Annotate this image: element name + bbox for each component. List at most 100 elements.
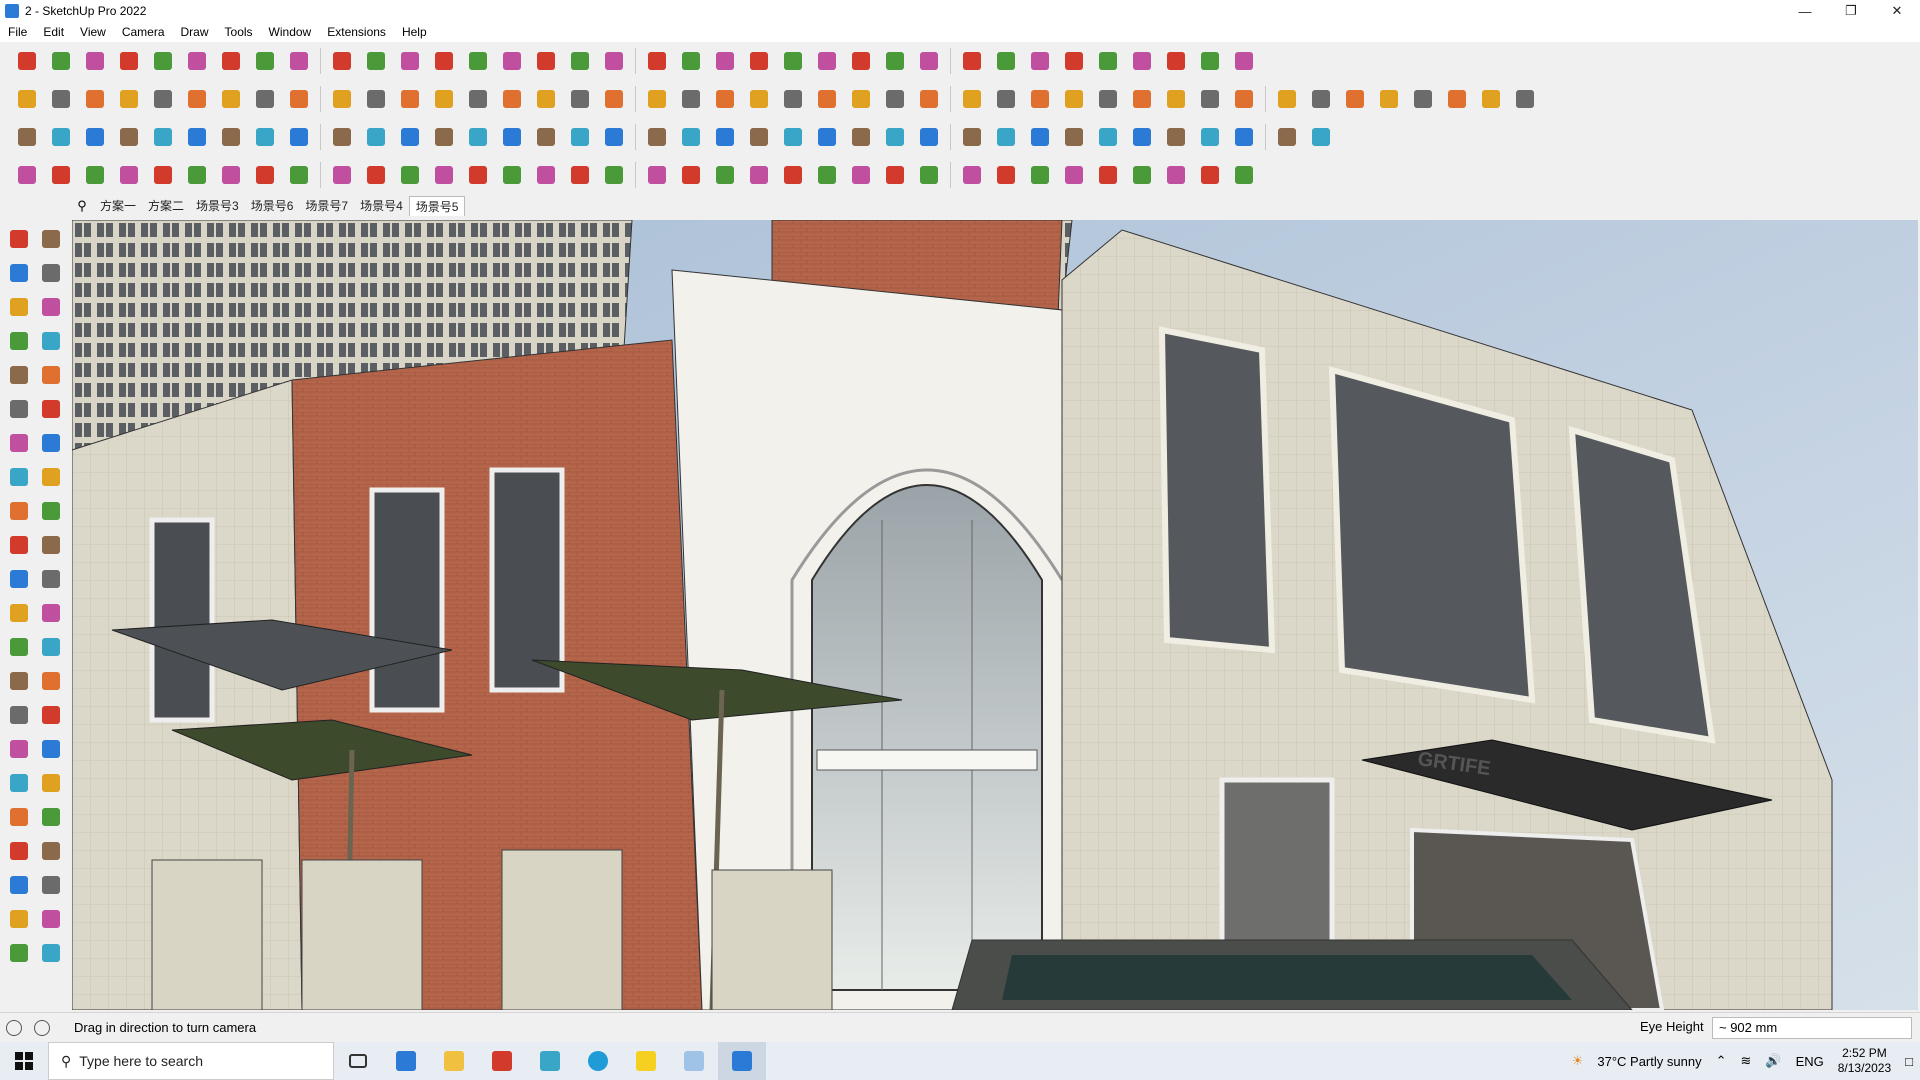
- zoom-icon-row4-16[interactable]: [567, 162, 593, 188]
- zoom-window-icon-row4-9[interactable]: [329, 162, 355, 188]
- style-icon-palette-21-1[interactable]: [38, 940, 64, 966]
- select-icon-row2-21[interactable]: [746, 86, 772, 112]
- scene-tab-5[interactable]: 场景号7: [299, 196, 354, 216]
- section-icon-row3-35[interactable]: [1231, 124, 1257, 150]
- taskbar-search[interactable]: ⚲ Type here to search: [48, 1042, 334, 1080]
- tape-measure-icon-row3-6[interactable]: [218, 124, 244, 150]
- component-icon-row3-15[interactable]: [533, 124, 559, 150]
- layer-icon-palette-20-0[interactable]: [6, 906, 32, 932]
- layer-icon-row3-36[interactable]: [1274, 124, 1300, 150]
- style-icon-row3-17[interactable]: [601, 124, 627, 150]
- menu-help[interactable]: Help: [394, 25, 435, 39]
- section-icon-row4-11[interactable]: [397, 162, 423, 188]
- text-icon-row1-11[interactable]: [397, 48, 423, 74]
- select-icon-palette-11-1[interactable]: [38, 600, 64, 626]
- pan-icon-row4-8[interactable]: [286, 162, 312, 188]
- style-icon-row1-21[interactable]: [746, 48, 772, 74]
- move-icon-row4-23[interactable]: [814, 162, 840, 188]
- pan-icon-palette-18-0[interactable]: [6, 838, 32, 864]
- select-icon-palette-0-1[interactable]: [38, 226, 64, 252]
- rotate-icon-row1-8[interactable]: [286, 48, 312, 74]
- menu-file[interactable]: File: [0, 25, 35, 39]
- lasso-icon-row2-24[interactable]: [848, 86, 874, 112]
- layer-icon-row2-16[interactable]: [567, 86, 593, 112]
- rotate-icon-row4-24[interactable]: [848, 162, 874, 188]
- move-icon-palette-14-1[interactable]: [38, 702, 64, 728]
- paint-bucket-icon-row1-34[interactable]: [1197, 48, 1223, 74]
- push-pull-icon-row1-6[interactable]: [218, 48, 244, 74]
- acrobat-icon[interactable]: [478, 1042, 526, 1080]
- rotate-icon-palette-4-0[interactable]: [6, 362, 32, 388]
- zoom-extents-icon-palette-19-0[interactable]: [6, 872, 32, 898]
- tape-measure-icon-row2-30[interactable]: [1061, 86, 1087, 112]
- component-icon-row4-13[interactable]: [465, 162, 491, 188]
- section-icon-row2-15[interactable]: [533, 86, 559, 112]
- zoom-icon-row2-42[interactable]: [1478, 86, 1504, 112]
- zoom-extents-icon-row4-32[interactable]: [1129, 162, 1155, 188]
- lasso-icon-row1-26[interactable]: [916, 48, 942, 74]
- select-icon-row3-19[interactable]: [678, 124, 704, 150]
- camera-icon-row3-16[interactable]: [567, 124, 593, 150]
- calculator-app-icon[interactable]: [382, 1042, 430, 1080]
- push-pull-icon-row3-2[interactable]: [82, 124, 108, 150]
- shape-icon-row1-27[interactable]: [959, 48, 985, 74]
- component-icon-row1-19[interactable]: [678, 48, 704, 74]
- lasso-icon-row1-4[interactable]: [150, 48, 176, 74]
- zoom-extents-icon-row2-14[interactable]: [499, 86, 525, 112]
- zoom-window-icon-row2-35[interactable]: [1231, 86, 1257, 112]
- text-icon-row1-33[interactable]: [1163, 48, 1189, 74]
- push-pull-icon-palette-3-0[interactable]: [6, 328, 32, 354]
- zoom-window-icon-row3-11[interactable]: [397, 124, 423, 150]
- select-icon-row1-23[interactable]: [814, 48, 840, 74]
- layer-icon-row3-14[interactable]: [499, 124, 525, 150]
- scene-tab-3[interactable]: 场景号3: [190, 196, 245, 216]
- scale-icon-row1-31[interactable]: [1095, 48, 1121, 74]
- weather-text[interactable]: 37°C Partly sunny: [1597, 1054, 1701, 1069]
- text-icon-row3-29[interactable]: [1027, 124, 1053, 150]
- orbit-icon-row2-33[interactable]: [1163, 86, 1189, 112]
- pan-icon-row3-10[interactable]: [363, 124, 389, 150]
- eraser-icon-row4-18[interactable]: [644, 162, 670, 188]
- scale-icon-row4-3[interactable]: [116, 162, 142, 188]
- zoom-extents-icon-row2-36[interactable]: [1274, 86, 1300, 112]
- orbit-icon-row4-7[interactable]: [252, 162, 278, 188]
- pan-icon-row3-32[interactable]: [1129, 124, 1155, 150]
- paint-bucket-icon-row2-32[interactable]: [1129, 86, 1155, 112]
- scale-icon-row3-27[interactable]: [959, 124, 985, 150]
- scale-icon-palette-4-1[interactable]: [38, 362, 64, 388]
- zoom-extents-icon-row3-34[interactable]: [1197, 124, 1223, 150]
- shape-icon-row1-5[interactable]: [184, 48, 210, 74]
- scale-icon-row1-9[interactable]: [329, 48, 355, 74]
- pan-icon-row2-12[interactable]: [431, 86, 457, 112]
- rotate-icon-row2-6[interactable]: [218, 86, 244, 112]
- lasso-icon-row4-20[interactable]: [712, 162, 738, 188]
- paint-bucket-icon-row3-30[interactable]: [1061, 124, 1087, 150]
- file-explorer-icon[interactable]: [430, 1042, 478, 1080]
- notifications-icon[interactable]: □: [1905, 1054, 1913, 1069]
- help-icon[interactable]: [34, 1020, 50, 1036]
- task-view-icon[interactable]: [334, 1042, 382, 1080]
- orbit-icon-row1-13[interactable]: [465, 48, 491, 74]
- zoom-window-icon-row4-31[interactable]: [1095, 162, 1121, 188]
- tape-measure-icon-palette-5-0[interactable]: [6, 396, 32, 422]
- layer-icon-row4-12[interactable]: [431, 162, 457, 188]
- lasso-icon-row3-0[interactable]: [14, 124, 40, 150]
- shape-icon-row2-3[interactable]: [116, 86, 142, 112]
- layout-app-icon[interactable]: [670, 1042, 718, 1080]
- scene-tab-2[interactable]: 方案二: [142, 196, 190, 216]
- start-button[interactable]: [0, 1042, 48, 1080]
- search-icon[interactable]: ⚲: [70, 198, 94, 214]
- eraser-icon-palette-1-0[interactable]: [6, 260, 32, 286]
- camera-icon-palette-10-0[interactable]: [6, 566, 32, 592]
- zoom-window-icon-palette-7-1[interactable]: [38, 464, 64, 490]
- scale-icon-palette-15-1[interactable]: [38, 736, 64, 762]
- rotate-icon-row1-30[interactable]: [1061, 48, 1087, 74]
- pan-icon-row2-34[interactable]: [1197, 86, 1223, 112]
- move-icon-palette-3-1[interactable]: [38, 328, 64, 354]
- pencil-icon-row1-3[interactable]: [116, 48, 142, 74]
- rotate-icon-palette-15-0[interactable]: [6, 736, 32, 762]
- minimize-icon[interactable]: —: [1782, 0, 1828, 22]
- scene-tab-1[interactable]: 方案一: [94, 196, 142, 216]
- pan-icon-row1-14[interactable]: [499, 48, 525, 74]
- text-icon-row3-7[interactable]: [252, 124, 278, 150]
